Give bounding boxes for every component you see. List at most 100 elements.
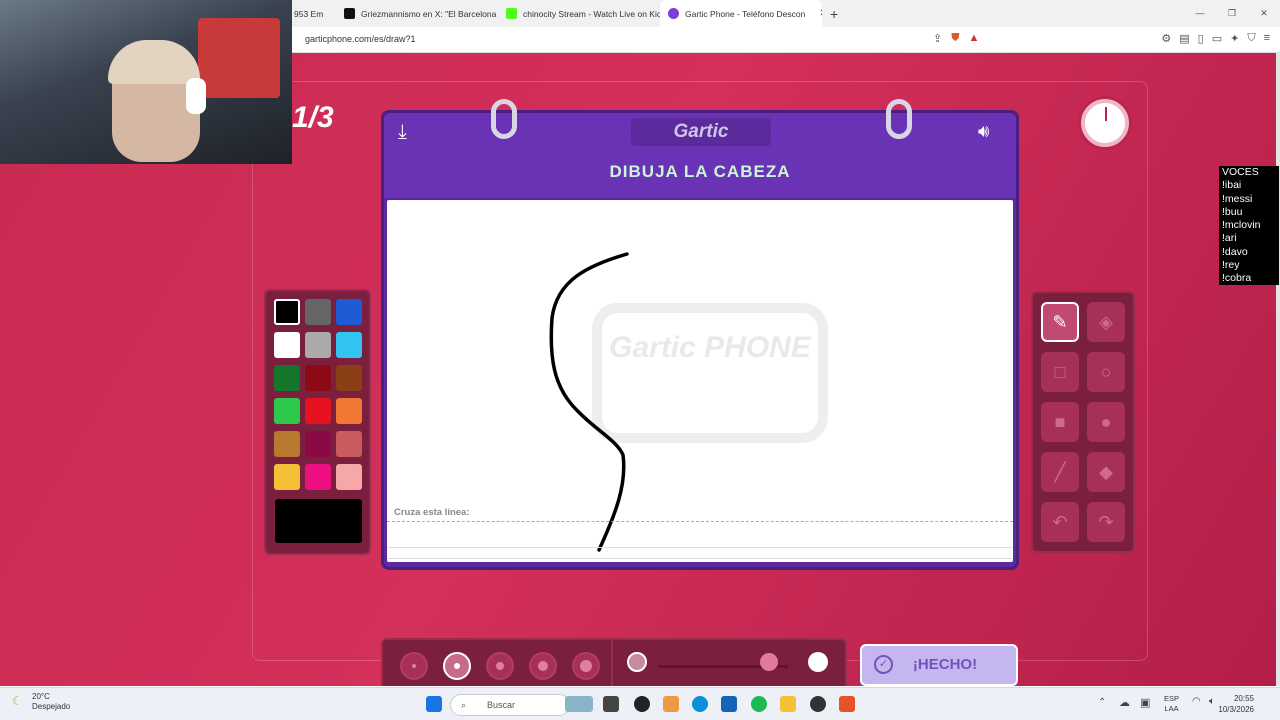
new-tab-button[interactable]: +: [830, 6, 838, 22]
color-swatch[interactable]: [336, 398, 362, 424]
maximize-icon[interactable]: ❐: [1216, 0, 1248, 27]
color-swatch[interactable]: [305, 464, 331, 490]
tool-panel: ✎ ◈ □ ○ ■ ● ╱ ◆ ↶ ↷: [1031, 291, 1135, 553]
obs-icon[interactable]: [634, 696, 650, 712]
brush-size-3-button[interactable]: [486, 652, 514, 680]
tab-3-active[interactable]: Gartic Phone - Teléfono Descon ✕: [660, 0, 822, 27]
gartic-logo: Gartic: [631, 118, 771, 146]
tab-title: Griezmannismo en X: "El Barcelona n: [361, 8, 498, 19]
brush-size-4-button[interactable]: [529, 652, 557, 680]
tab-0[interactable]: 953 Em: [292, 0, 336, 27]
color-swatch[interactable]: [305, 332, 331, 358]
color-swatch[interactable]: [305, 431, 331, 457]
tab-1[interactable]: Griezmannismo en X: "El Barcelona n: [336, 0, 498, 27]
rectangle-fill-tool-icon[interactable]: ■: [1041, 402, 1079, 442]
slider-thumb[interactable]: [759, 653, 778, 671]
extensions-icon[interactable]: ⚙: [1161, 32, 1171, 45]
tab-search-icon[interactable]: ▤: [1179, 32, 1189, 45]
brush-size-5-button[interactable]: [572, 652, 600, 680]
color-swatch[interactable]: [274, 299, 300, 325]
close-window-icon[interactable]: ✕: [1248, 0, 1280, 27]
color-swatch[interactable]: [274, 332, 300, 358]
weather-widget[interactable]: ☾ 20°C Despejado: [12, 692, 70, 712]
tab-title: Gartic Phone - Teléfono Descon: [685, 8, 806, 19]
chat-line: !davo: [1222, 245, 1248, 258]
ellipse-fill-tool-icon[interactable]: ●: [1087, 402, 1125, 442]
wifi-icon[interactable]: ◠: [1192, 696, 1201, 707]
wallet-icon[interactable]: ▭: [1212, 32, 1222, 45]
chat-overlay: VOCES !ibai !messi !buu !mclovin !ari !davo !re…: [1219, 166, 1279, 285]
windows-start-icon[interactable]: [426, 696, 442, 712]
chat-line: !ari: [1222, 232, 1237, 245]
tray-chevron-icon[interactable]: ⌃: [1098, 697, 1106, 708]
color-swatch[interactable]: [305, 365, 331, 391]
chat-line: !messi: [1222, 192, 1253, 205]
clock[interactable]: 20:55 10/3/2026: [1218, 693, 1254, 715]
fill-bucket-tool-icon[interactable]: ◆: [1087, 452, 1125, 492]
color-swatch[interactable]: [305, 299, 331, 325]
leo-icon[interactable]: ✦: [1230, 32, 1239, 45]
line-tool-icon[interactable]: ╱: [1041, 452, 1079, 492]
cross-line: [387, 521, 1013, 522]
minimize-icon[interactable]: —: [1184, 0, 1216, 27]
cloud-icon[interactable]: ☁: [1119, 696, 1130, 709]
language-indicator[interactable]: ESP LAA: [1164, 694, 1179, 714]
ellipse-outline-tool-icon[interactable]: ○: [1087, 352, 1125, 392]
eraser-tool-icon[interactable]: ◈: [1087, 302, 1125, 342]
undo-icon[interactable]: ↶: [1041, 502, 1079, 542]
app-icon[interactable]: [810, 696, 826, 712]
scrollbar[interactable]: [1276, 53, 1280, 686]
tray-icon[interactable]: ▣: [1140, 696, 1150, 709]
tab-2[interactable]: chinocity Stream - Watch Live on Kick: [498, 0, 660, 27]
timer-icon: [1081, 99, 1129, 147]
color-swatch[interactable]: [305, 398, 331, 424]
brave-shield-icon[interactable]: ⛊: [951, 32, 959, 45]
color-swatch[interactable]: [336, 365, 362, 391]
color-swatch[interactable]: [336, 332, 362, 358]
close-tab-icon[interactable]: ✕: [819, 8, 822, 19]
chat-line: !mclovin: [1222, 219, 1261, 232]
time: 20:55: [1233, 694, 1254, 703]
task-view-icon[interactable]: [603, 696, 619, 712]
share-icon[interactable]: ⇪: [933, 32, 942, 45]
gartic-icon: [668, 8, 679, 19]
drawing-canvas[interactable]: Gartic PHONE Cruza esta línea:: [387, 200, 1013, 562]
color-swatch[interactable]: [274, 431, 300, 457]
pencil-tool-icon[interactable]: ✎: [1041, 302, 1079, 342]
jersey-background: [198, 18, 280, 98]
color-swatch[interactable]: [336, 431, 362, 457]
color-swatch[interactable]: [274, 464, 300, 490]
spotify-icon[interactable]: [751, 696, 767, 712]
volume-icon[interactable]: 🔈︎: [1209, 696, 1215, 707]
sound-icon[interactable]: 🔊︎: [978, 121, 989, 142]
weather-text: Despejado: [32, 702, 71, 711]
redo-icon[interactable]: ↷: [1087, 502, 1125, 542]
rewards-icon[interactable]: ▲: [968, 32, 979, 45]
brave-icon[interactable]: [839, 696, 855, 712]
explorer-icon[interactable]: [780, 696, 796, 712]
download-icon[interactable]: ⤓: [398, 121, 407, 144]
color-swatch[interactable]: [336, 299, 362, 325]
widget-icon[interactable]: [565, 696, 593, 712]
chat-line: !buu: [1222, 205, 1243, 218]
window-controls: — ❐ ✕: [1184, 0, 1280, 27]
color-swatch[interactable]: [274, 365, 300, 391]
brush-size-1-button[interactable]: [400, 652, 428, 680]
rectangle-outline-tool-icon[interactable]: □: [1041, 352, 1079, 392]
date: 10/3/2026: [1218, 705, 1254, 714]
done-button[interactable]: ✓ ¡HECHO!: [860, 644, 1018, 686]
check-icon: ✓: [874, 655, 893, 674]
current-color: [275, 499, 362, 543]
menu-icon[interactable]: ≡: [1264, 32, 1270, 45]
brush-size-2-button[interactable]: [443, 652, 471, 680]
color-swatch[interactable]: [336, 464, 362, 490]
taskbar-search[interactable]: ⌕ Buscar: [450, 694, 570, 716]
store-icon[interactable]: [721, 696, 737, 712]
search-placeholder: Buscar: [487, 700, 516, 710]
sidebar-icon[interactable]: ▯: [1198, 32, 1204, 45]
url-field[interactable]: garticphone.com/es/draw?1: [305, 34, 416, 44]
copilot-icon[interactable]: [663, 696, 679, 712]
edge-icon[interactable]: [692, 696, 708, 712]
vpn-icon[interactable]: ⛉: [1247, 32, 1255, 45]
color-swatch[interactable]: [274, 398, 300, 424]
